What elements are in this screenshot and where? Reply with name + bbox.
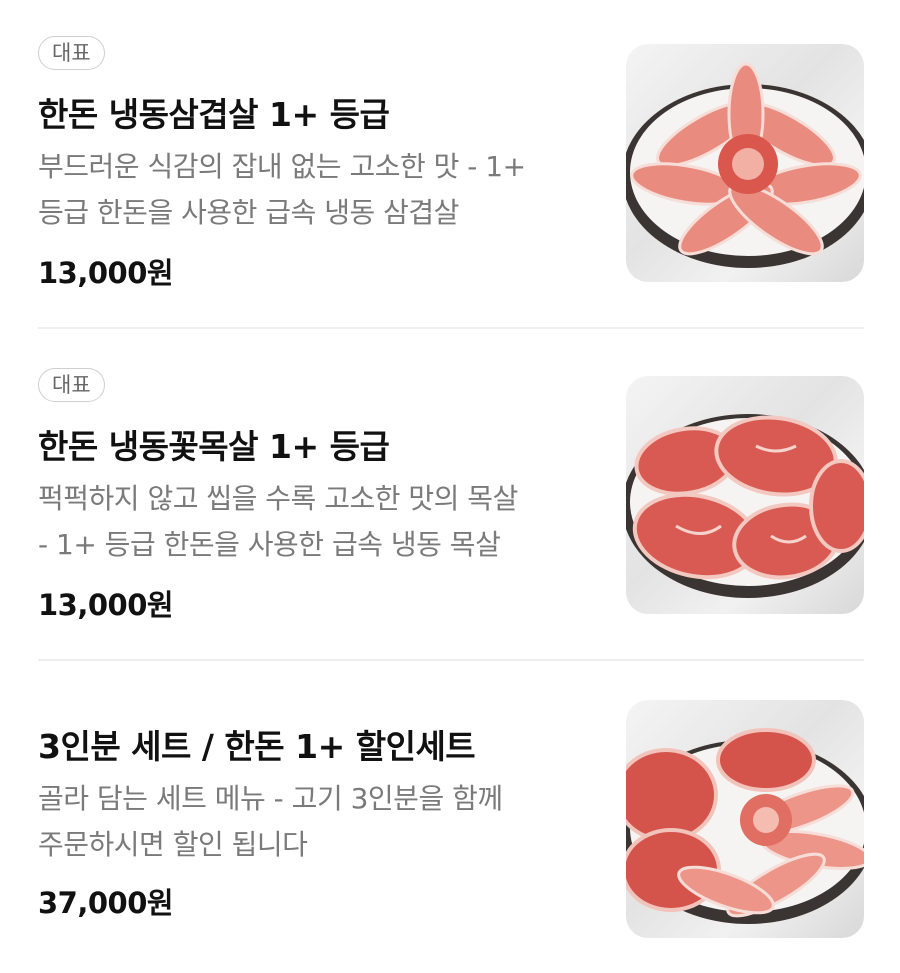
menu-item-price: 13,000원 (38, 256, 174, 290)
menu-item-pork-belly[interactable]: 대표 한돈 냉동삼겹살 1+ 등급 부드러운 식감의 잡내 없는 고소한 맛 -… (38, 36, 864, 290)
menu-item-description: 부드러운 식감의 잡내 없는 고소한 맛 - 1+ 등급 한돈을 사용한 급속 … (38, 150, 526, 229)
featured-badge: 대표 (38, 368, 105, 402)
divider (38, 659, 864, 661)
menu-item-description: 퍽퍽하지 않고 씹을 수록 고소한 맛의 목살 - 1+ 등급 한돈을 사용한 … (38, 482, 518, 561)
menu-item-description: 골라 담는 세트 메뉴 - 고기 3인분을 함께 주문하시면 할인 됩니다 (38, 782, 503, 861)
pork-neck-plate-image[interactable] (626, 376, 864, 614)
menu-item-title: 한돈 냉동삼겹살 1+ 등급 (38, 95, 390, 134)
menu-item-pork-set[interactable]: 3인분 세트 / 한돈 1+ 할인세트 골라 담는 세트 메뉴 - 고기 3인분… (38, 700, 864, 950)
menu-item-price: 13,000원 (38, 588, 174, 622)
pork-set-plate-image[interactable] (626, 700, 864, 938)
menu-item-title: 3인분 세트 / 한돈 1+ 할인세트 (38, 727, 476, 766)
pork-belly-plate-image[interactable] (626, 44, 864, 282)
menu-item-pork-neck[interactable]: 대표 한돈 냉동꽃목살 1+ 등급 퍽퍽하지 않고 씹을 수록 고소한 맛의 목… (38, 368, 864, 622)
menu-item-title: 한돈 냉동꽃목살 1+ 등급 (38, 427, 390, 466)
menu-item-price: 37,000원 (38, 886, 174, 920)
divider (38, 327, 864, 329)
featured-badge: 대표 (38, 36, 105, 70)
